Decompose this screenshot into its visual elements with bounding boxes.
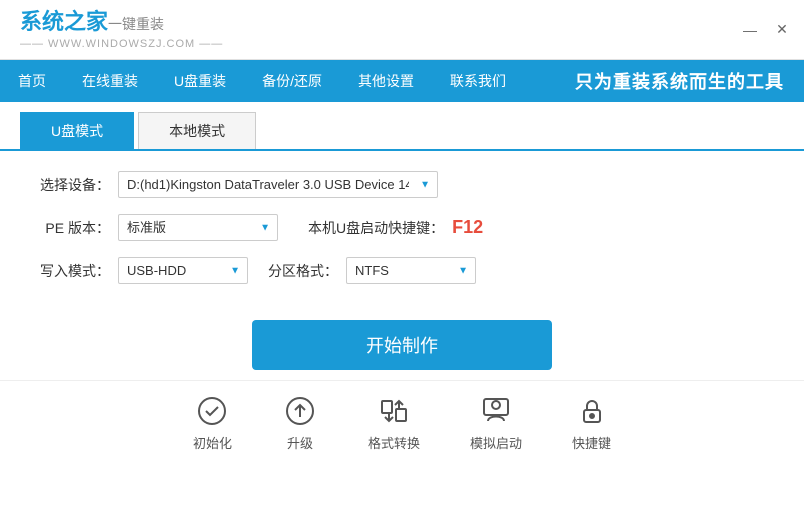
write-select-wrapper: USB-HDD: [118, 257, 248, 284]
tool-initialize-label: 初始化: [193, 433, 232, 452]
bottom-tools: 初始化 升级: [0, 380, 804, 452]
nav-backup-restore[interactable]: 备份/还原: [244, 60, 340, 102]
pe-row: PE 版本： 标准版 本机U盘启动快捷键： F12: [40, 214, 764, 241]
nav-online-reinstall[interactable]: 在线重装: [64, 60, 156, 102]
app-name: 系统之家: [20, 9, 108, 34]
pe-select-wrapper: 标准版: [118, 214, 278, 241]
nav-other-settings[interactable]: 其他设置: [340, 60, 432, 102]
tool-shortcut-keys[interactable]: 快捷键: [572, 393, 611, 452]
main-content: U盘模式 本地模式 选择设备： D:(hd1)Kingston DataTrav…: [0, 102, 804, 513]
device-select[interactable]: D:(hd1)Kingston DataTraveler 3.0 USB Dev…: [118, 171, 438, 198]
close-button[interactable]: ✕: [770, 18, 794, 42]
check-circle-icon: [194, 393, 230, 429]
start-button[interactable]: 开始制作: [252, 320, 552, 370]
nav-home[interactable]: 首页: [0, 60, 64, 102]
tool-simulate-boot[interactable]: 模拟启动: [470, 393, 522, 452]
format-convert-icon: [376, 393, 412, 429]
tab-bar: U盘模式 本地模式: [0, 102, 804, 151]
title-bar: 系统之家一键重装 —— WWW.WINDOWSZJ.COM —— — ✕: [0, 0, 804, 60]
tool-upgrade[interactable]: 升级: [282, 393, 318, 452]
partition-label: 分区格式：: [268, 261, 338, 281]
partition-select[interactable]: NTFS: [346, 257, 476, 284]
pe-label: PE 版本：: [40, 218, 110, 238]
device-select-wrapper: D:(hd1)Kingston DataTraveler 3.0 USB Dev…: [118, 171, 438, 198]
nav-slogan: 只为重装系统而生的工具: [575, 68, 804, 94]
lock-key-icon: [574, 393, 610, 429]
tool-simulate-boot-label: 模拟启动: [470, 433, 522, 452]
tool-upgrade-label: 升级: [287, 433, 313, 452]
tool-shortcut-keys-label: 快捷键: [572, 433, 611, 452]
nav-contact-us[interactable]: 联系我们: [432, 60, 524, 102]
upload-arrow-icon: [282, 393, 318, 429]
minimize-button[interactable]: —: [738, 18, 762, 42]
tool-initialize[interactable]: 初始化: [193, 393, 232, 452]
tab-usb-mode[interactable]: U盘模式: [20, 112, 134, 149]
pe-select[interactable]: 标准版: [118, 214, 278, 241]
shortcut-key: F12: [452, 217, 483, 238]
person-screen-icon: [478, 393, 514, 429]
tool-format-convert-label: 格式转换: [368, 433, 420, 452]
tab-local-mode[interactable]: 本地模式: [138, 112, 256, 149]
app-url: —— WWW.WINDOWSZJ.COM ——: [20, 38, 223, 50]
shortcut-label: 本机U盘启动快捷键：: [308, 218, 444, 238]
app-logo: 系统之家一键重装 —— WWW.WINDOWSZJ.COM ——: [20, 9, 223, 49]
nav-bar: 首页 在线重装 U盘重装 备份/还原 其他设置 联系我们 只为重装系统而生的工具: [0, 60, 804, 102]
device-row: 选择设备： D:(hd1)Kingston DataTraveler 3.0 U…: [40, 171, 764, 198]
tool-format-convert[interactable]: 格式转换: [368, 393, 420, 452]
app-title: 系统之家一键重装: [20, 9, 223, 35]
write-label: 写入模式：: [40, 261, 110, 281]
device-label: 选择设备：: [40, 175, 110, 195]
write-select[interactable]: USB-HDD: [118, 257, 248, 284]
nav-usb-reinstall[interactable]: U盘重装: [156, 60, 244, 102]
write-row: 写入模式： USB-HDD 分区格式： NTFS: [40, 257, 764, 284]
form-area: 选择设备： D:(hd1)Kingston DataTraveler 3.0 U…: [0, 151, 804, 310]
window-controls: — ✕: [738, 18, 794, 42]
partition-select-wrapper: NTFS: [346, 257, 476, 284]
nav-items: 首页 在线重装 U盘重装 备份/还原 其他设置 联系我们: [0, 60, 524, 102]
app-subtitle: 一键重装: [108, 16, 164, 32]
